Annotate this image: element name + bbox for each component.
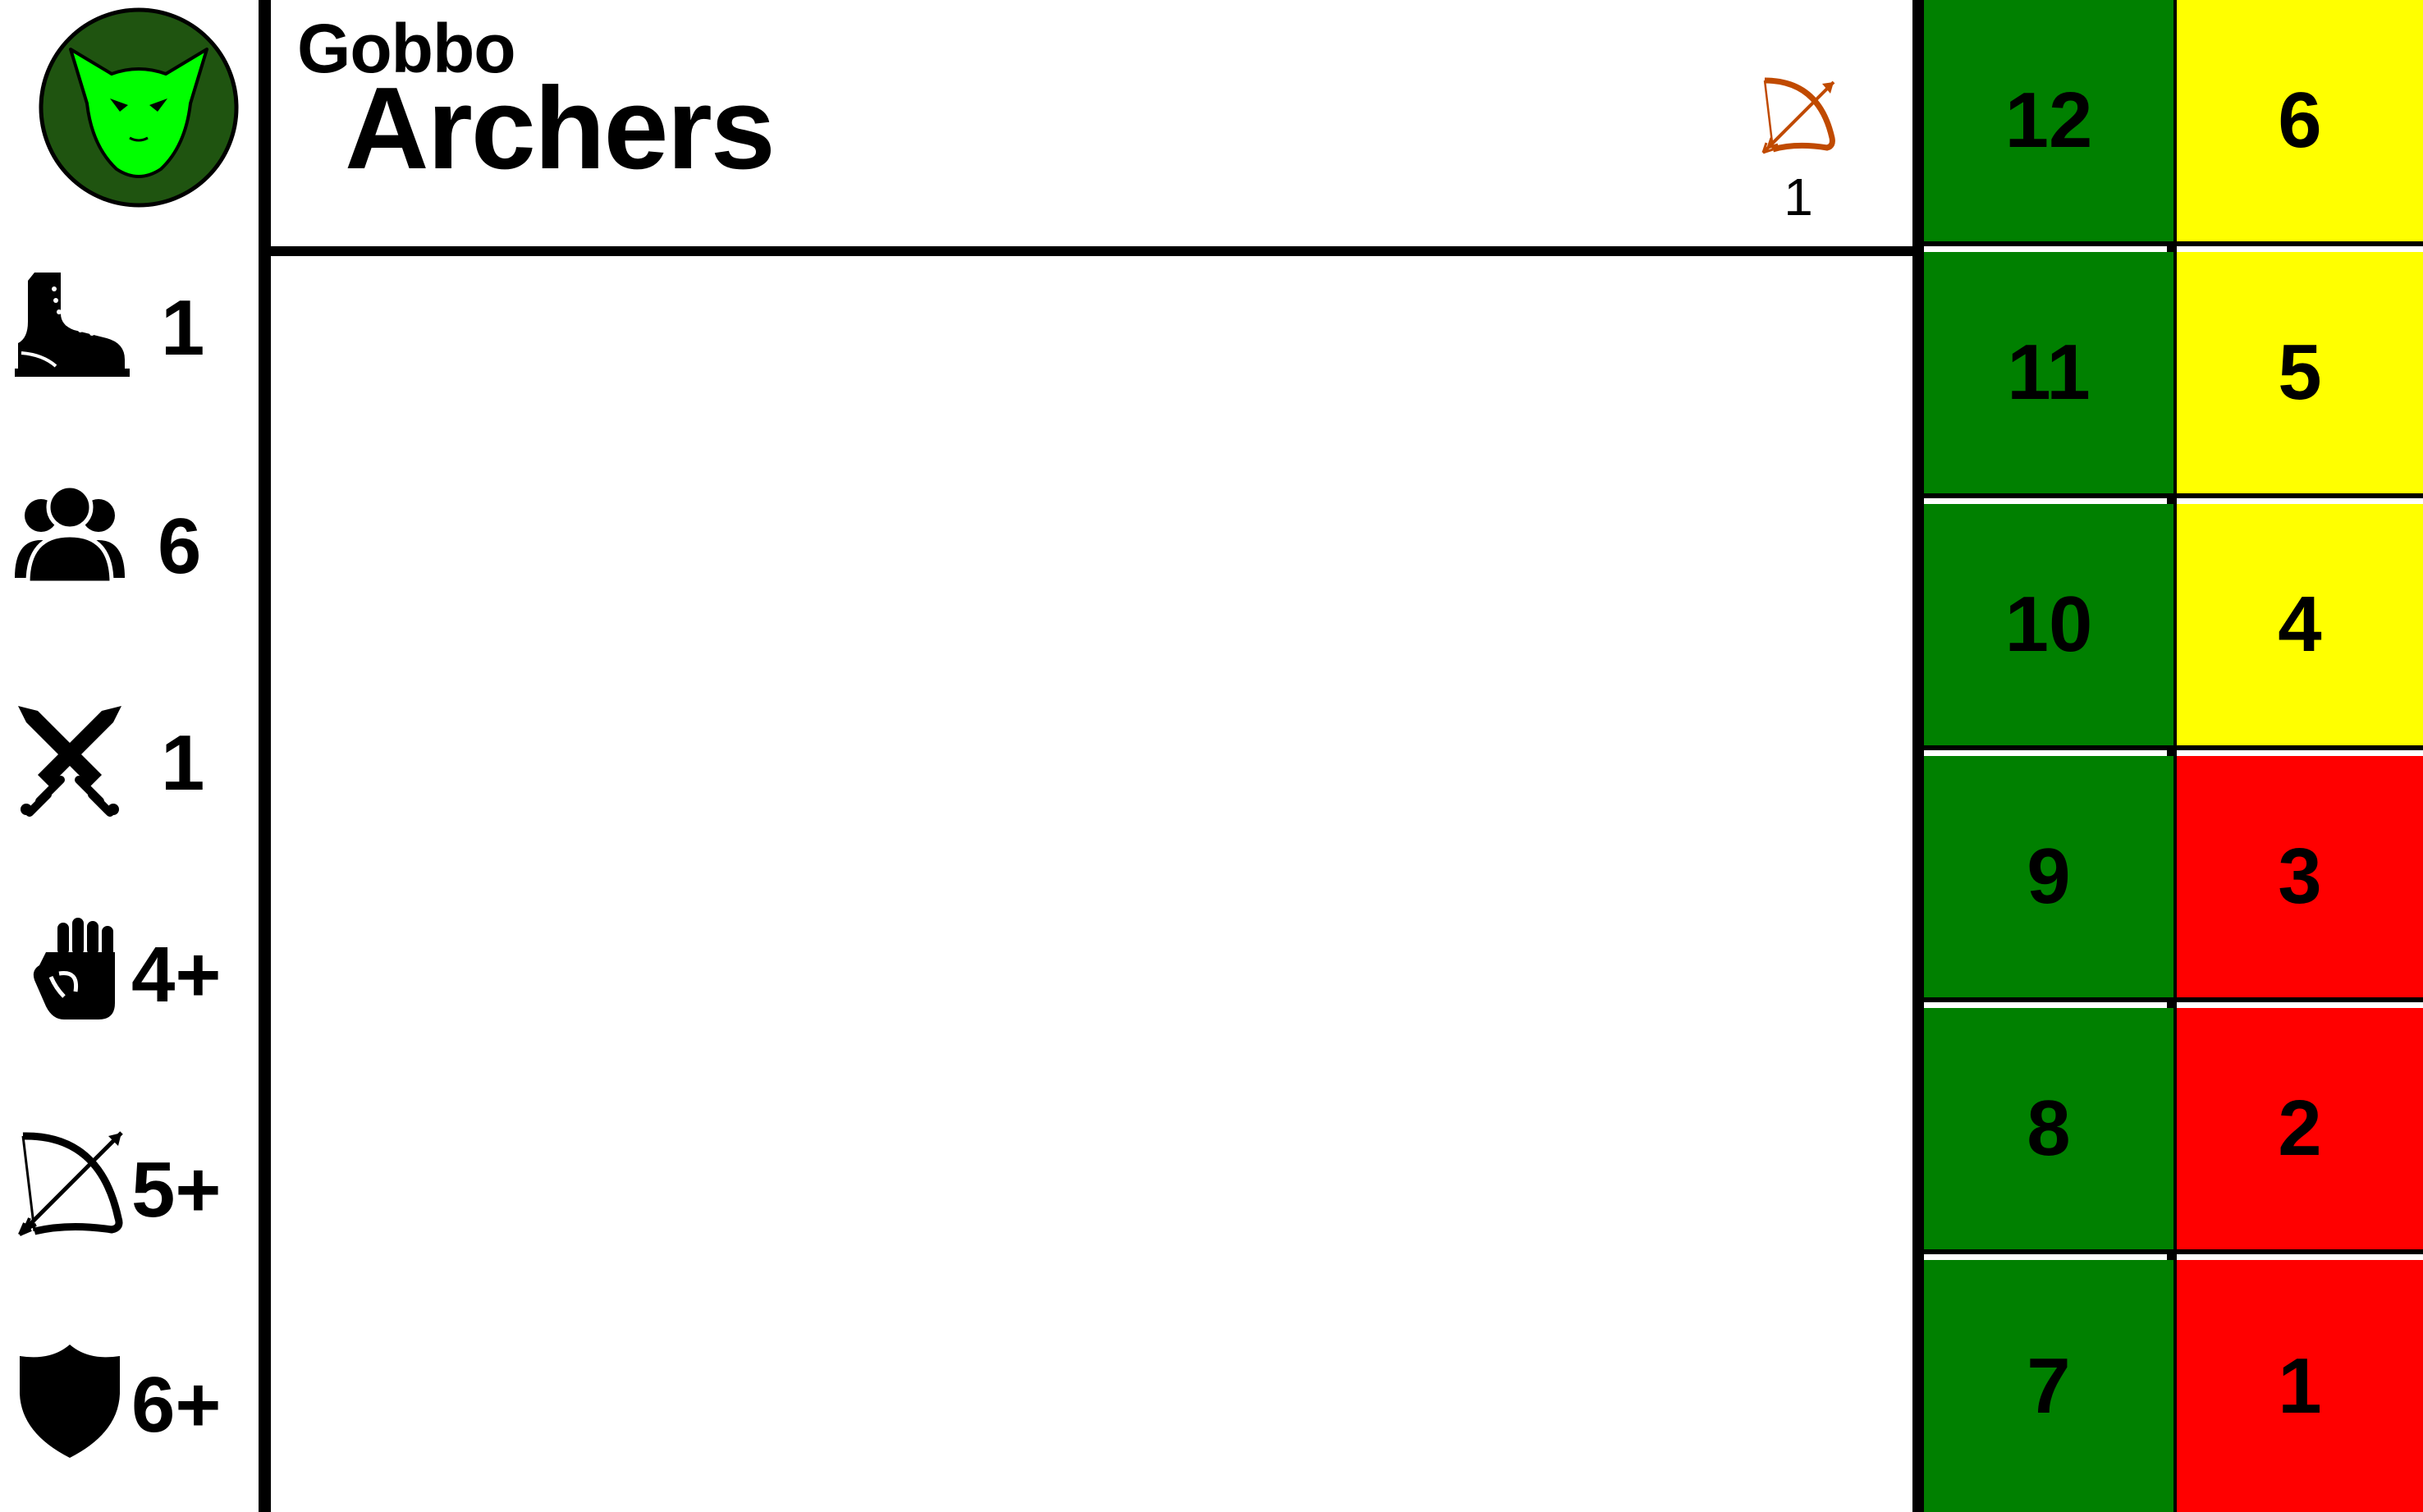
track-cell[interactable]: 5 bbox=[2177, 252, 2423, 498]
track-cell[interactable]: 10 bbox=[1924, 504, 2173, 750]
stat-ranged: 5+ bbox=[0, 1126, 259, 1249]
stat-save-value: 6+ bbox=[131, 1361, 222, 1449]
shield-icon bbox=[20, 1345, 120, 1458]
weapon-tag: 1 bbox=[1750, 76, 1847, 227]
unit-name: Archers bbox=[345, 63, 776, 194]
boot-icon bbox=[15, 273, 130, 377]
weapon-count: 1 bbox=[1784, 167, 1813, 227]
track-cell[interactable]: 7 bbox=[1924, 1260, 2173, 1512]
track-right: 6 5 4 3 2 1 bbox=[2177, 0, 2423, 1512]
track-cell[interactable]: 12 bbox=[1924, 0, 2173, 246]
stat-attacks-value: 1 bbox=[161, 719, 205, 807]
goblin-head-icon bbox=[39, 7, 239, 208]
stat-move-value: 1 bbox=[161, 284, 205, 372]
track-cell[interactable]: 11 bbox=[1924, 252, 2173, 498]
stat-models: 6 bbox=[0, 483, 259, 606]
bow-icon bbox=[1761, 77, 1835, 154]
group-icon bbox=[15, 483, 125, 585]
track-cell[interactable]: 6 bbox=[2177, 0, 2423, 246]
stat-melee: 4+ bbox=[0, 911, 259, 1034]
track-cell[interactable]: 4 bbox=[2177, 504, 2423, 750]
track-cell[interactable]: 8 bbox=[1924, 1008, 2173, 1254]
sidebar-divider bbox=[259, 0, 271, 1512]
track-cell[interactable]: 2 bbox=[2177, 1008, 2423, 1254]
fist-icon bbox=[33, 918, 115, 1019]
stat-ranged-value: 5+ bbox=[131, 1146, 222, 1234]
bow-icon bbox=[18, 1131, 123, 1236]
header-divider bbox=[271, 246, 1917, 256]
unit-header: Gobbo Archers 1 bbox=[271, 0, 1912, 246]
stat-melee-value: 4+ bbox=[131, 931, 222, 1019]
stat-sidebar: 1 6 1 4+ 5+ 6+ bbox=[0, 0, 259, 1512]
track-divider bbox=[1912, 0, 1924, 1512]
unit-body bbox=[271, 256, 1912, 1512]
stat-move: 1 bbox=[0, 264, 259, 387]
track-cell[interactable]: 1 bbox=[2177, 1260, 2423, 1512]
stat-attacks: 1 bbox=[0, 699, 259, 822]
crossed-swords-icon bbox=[18, 706, 121, 817]
track-cell[interactable]: 3 bbox=[2177, 756, 2423, 1002]
track-cell[interactable]: 9 bbox=[1924, 756, 2173, 1002]
track-left: 12 11 10 9 8 7 bbox=[1924, 0, 2173, 1512]
stat-save: 6+ bbox=[0, 1341, 259, 1464]
stat-models-value: 6 bbox=[158, 502, 202, 590]
